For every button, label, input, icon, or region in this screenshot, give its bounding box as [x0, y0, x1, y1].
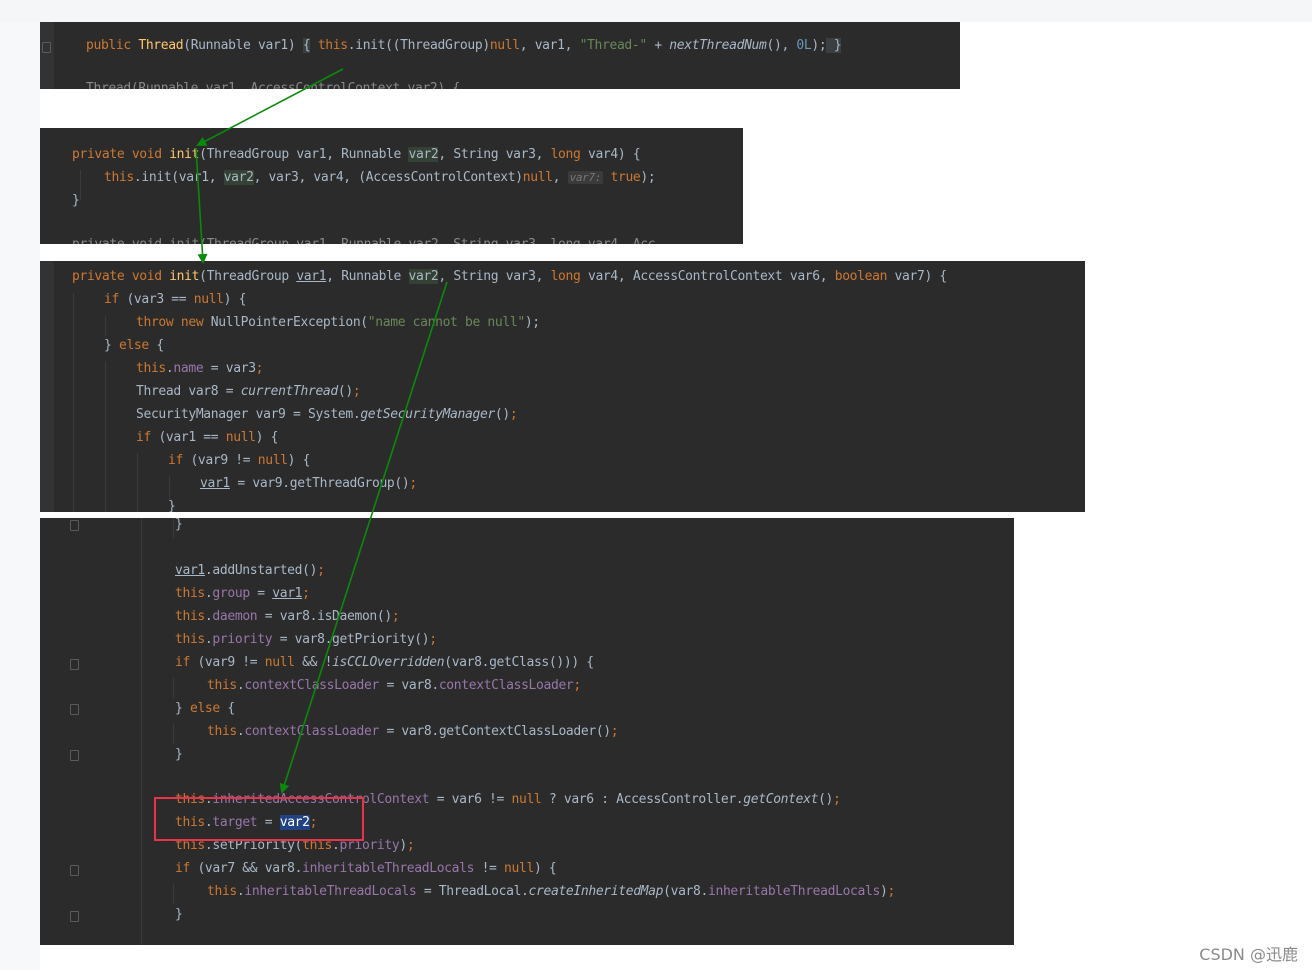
code-line: public Thread(Runnable var1) { this.init… — [86, 38, 842, 53]
fold-marker-icon[interactable] — [70, 520, 79, 531]
fold-marker-icon[interactable] — [70, 911, 79, 922]
code-panel-init-full: private void init(ThreadGroup var1, Runn… — [40, 261, 1085, 512]
code-line: this.priority = var8.getPriority(); — [175, 632, 437, 647]
highlight-box — [154, 797, 364, 841]
parameter-hint: var7: — [567, 171, 604, 184]
indent-guide — [173, 884, 174, 904]
fold-marker-icon[interactable] — [70, 865, 79, 876]
indent-guide — [173, 678, 174, 698]
indent-guide — [80, 170, 81, 200]
code-line-cut-off: Thread(Runnable var1, AccessControlConte… — [86, 81, 460, 89]
indent-guide — [173, 518, 174, 538]
code-line: this.init(var1, var2, var3, var4, (Acces… — [104, 170, 656, 185]
code-line: this.contextClassLoader = var8.contextCl… — [207, 678, 581, 693]
code-line: this.group = var1; — [175, 586, 310, 601]
page-left-strip — [0, 22, 40, 970]
code-panel-init-4-args: private void init(ThreadGroup var1, Runn… — [40, 128, 743, 244]
code-line-cut-off: private void init(ThreadGroup var1, Runn… — [72, 235, 656, 244]
code-line: if (var9 != null && !isCCLOverridden(var… — [175, 655, 594, 670]
code-panel-init-body: } var1.addUnstarted(); this.group = var1… — [40, 518, 1014, 945]
code-line: } — [72, 193, 80, 208]
code-line: } — [168, 499, 176, 512]
code-line: Thread var8 = currentThread(); — [136, 384, 361, 399]
indent-guide — [105, 361, 106, 512]
code-line: if (var1 == null) { — [136, 430, 279, 445]
indent-guide — [105, 316, 106, 336]
code-line: } — [175, 518, 183, 532]
watermark: CSDN @迅鹿 — [1199, 945, 1298, 964]
code-line: } else { — [175, 701, 235, 716]
fold-marker-icon[interactable] — [70, 750, 79, 761]
indent-guide — [141, 518, 142, 945]
fold-marker-icon[interactable] — [70, 704, 79, 715]
code-line: if (var9 != null) { — [168, 453, 311, 468]
code-line: } — [175, 747, 183, 762]
code-line: this.contextClassLoader = var8.getContex… — [207, 724, 619, 739]
editor-gutter — [40, 22, 54, 89]
page-top-strip — [0, 0, 1312, 22]
code-line: } — [175, 907, 183, 922]
code-line: private void init(ThreadGroup var1, Runn… — [72, 269, 947, 284]
code-line: this.inheritableThreadLocals = ThreadLoc… — [207, 884, 895, 899]
code-line: this.daemon = var8.isDaemon(); — [175, 609, 400, 624]
code-line: var1.addUnstarted(); — [175, 563, 325, 578]
code-line: } else { — [104, 338, 164, 353]
fold-marker-icon[interactable] — [70, 659, 79, 670]
editor-gutter — [40, 261, 54, 512]
fold-marker-icon[interactable] — [42, 42, 51, 53]
code-line: SecurityManager var9 = System.getSecurit… — [136, 407, 518, 422]
code-line: private void init(ThreadGroup var1, Runn… — [72, 147, 641, 162]
indent-guide — [137, 453, 138, 512]
code-line: if (var7 && var8.inheritableThreadLocals… — [175, 861, 557, 876]
editor-gutter — [40, 518, 82, 945]
indent-guide — [173, 724, 174, 744]
code-line: var1 = var9.getThreadGroup(); — [200, 476, 417, 491]
code-line: if (var3 == null) { — [104, 292, 247, 307]
indent-guide — [73, 293, 74, 512]
code-line: throw new NullPointerException("name can… — [136, 315, 540, 330]
code-line: this.name = var3; — [136, 361, 264, 376]
code-panel-thread-constructor: public Thread(Runnable var1) { this.init… — [40, 22, 960, 89]
